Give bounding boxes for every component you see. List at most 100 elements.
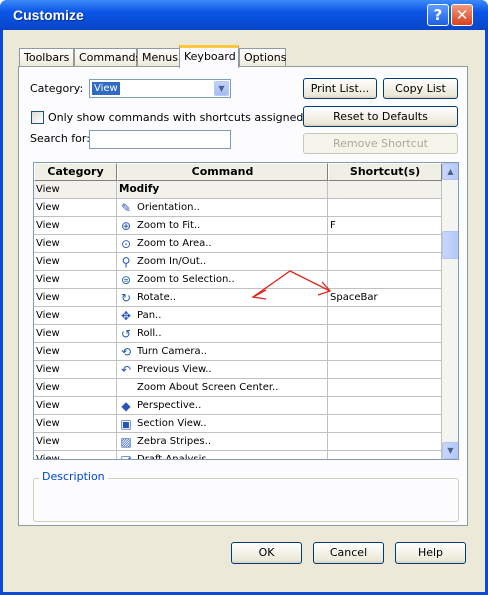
cell-category: View bbox=[34, 199, 117, 217]
zebra-stripes-icon: ▨ bbox=[120, 435, 132, 449]
column-header-shortcuts[interactable]: Shortcut(s) bbox=[328, 163, 442, 181]
draft-analysis-icon: ◪ bbox=[120, 453, 132, 460]
description-label: Description bbox=[39, 470, 108, 483]
remove-shortcut-button: Remove Shortcut bbox=[303, 133, 458, 154]
cell-shortcut[interactable] bbox=[328, 451, 442, 459]
cell-shortcut[interactable] bbox=[328, 235, 442, 253]
cell-category: View bbox=[34, 253, 117, 271]
tab-toolbars[interactable]: Toolbars bbox=[19, 48, 74, 67]
chevron-down-icon[interactable]: ▼ bbox=[214, 81, 229, 96]
zoom-in-out-icon: ⚲ bbox=[121, 255, 131, 269]
cell-shortcut[interactable] bbox=[328, 397, 442, 415]
cell-category: View bbox=[34, 397, 117, 415]
cell-shortcut[interactable] bbox=[328, 181, 442, 199]
close-icon: ✕ bbox=[455, 6, 469, 24]
vertical-scrollbar[interactable]: ▲ ▼ bbox=[442, 163, 458, 459]
cell-category: View bbox=[34, 361, 117, 379]
table-row[interactable]: View ▣ Section View.. bbox=[34, 415, 442, 433]
table-row[interactable]: View Zoom About Screen Center.. bbox=[34, 379, 442, 397]
scroll-down-icon[interactable]: ▼ bbox=[442, 442, 458, 459]
cell-shortcut[interactable]: SpaceBar bbox=[328, 289, 442, 307]
cell-shortcut[interactable] bbox=[328, 379, 442, 397]
command-label: Orientation.. bbox=[137, 202, 200, 213]
cell-shortcut[interactable] bbox=[328, 271, 442, 289]
pan-icon: ✥ bbox=[120, 309, 132, 323]
cell-command: ↻ Rotate.. bbox=[117, 289, 328, 307]
print-list-button[interactable]: Print List... bbox=[303, 78, 377, 99]
cell-command: Modify bbox=[117, 181, 328, 199]
search-input[interactable] bbox=[89, 130, 231, 149]
cell-category: View bbox=[34, 289, 117, 307]
question-mark-icon: ? bbox=[433, 6, 443, 24]
table-row[interactable]: View ✎ Orientation.. bbox=[34, 199, 442, 217]
cell-shortcut[interactable] bbox=[328, 415, 442, 433]
cell-category: View bbox=[34, 307, 117, 325]
column-header-category[interactable]: Category bbox=[34, 163, 117, 181]
ok-button[interactable]: OK bbox=[231, 542, 302, 564]
cell-shortcut[interactable] bbox=[328, 199, 442, 217]
cell-shortcut[interactable]: F bbox=[328, 217, 442, 235]
cell-command: ⊕ Zoom to Fit.. bbox=[117, 217, 328, 235]
cell-command: ⚲ Zoom In/Out.. bbox=[117, 253, 328, 271]
table-row[interactable]: View ✥ Pan.. bbox=[34, 307, 442, 325]
only-shortcuts-label[interactable]: Only show commands with shortcuts assign… bbox=[48, 111, 303, 124]
command-label: Zoom In/Out.. bbox=[137, 256, 207, 267]
command-label: Section View.. bbox=[137, 418, 207, 429]
cancel-button[interactable]: Cancel bbox=[313, 542, 384, 564]
table-row[interactable]: View ⚲ Zoom In/Out.. bbox=[34, 253, 442, 271]
cell-shortcut[interactable] bbox=[328, 361, 442, 379]
tab-commands[interactable]: Commands bbox=[74, 48, 141, 67]
table-row[interactable]: View ↶ Previous View.. bbox=[34, 361, 442, 379]
cell-category: View bbox=[34, 235, 117, 253]
command-label: Zebra Stripes.. bbox=[137, 436, 211, 447]
category-selected-value: View bbox=[92, 82, 120, 95]
scroll-up-icon[interactable]: ▲ bbox=[442, 163, 458, 180]
section-view-icon: ▣ bbox=[120, 417, 132, 431]
table-row[interactable]: View ⊕ Zoom to Fit.. F bbox=[34, 217, 442, 235]
tab-keyboard[interactable]: Keyboard bbox=[179, 45, 239, 68]
command-label: Previous View.. bbox=[137, 364, 212, 375]
cell-shortcut[interactable] bbox=[328, 343, 442, 361]
cell-shortcut[interactable] bbox=[328, 325, 442, 343]
cell-shortcut[interactable] bbox=[328, 433, 442, 451]
table-header: Category Command Shortcut(s) bbox=[34, 163, 442, 181]
column-header-command[interactable]: Command bbox=[117, 163, 328, 181]
cell-category: View bbox=[34, 325, 117, 343]
scroll-thumb[interactable] bbox=[442, 231, 458, 259]
only-shortcuts-checkbox[interactable] bbox=[31, 111, 44, 124]
table-row[interactable]: View ◆ Perspective.. bbox=[34, 397, 442, 415]
cell-command: ↺ Roll.. bbox=[117, 325, 328, 343]
table-row[interactable]: View ▨ Zebra Stripes.. bbox=[34, 433, 442, 451]
table-row[interactable]: View ⊜ Zoom to Selection.. bbox=[34, 271, 442, 289]
cell-command: ◆ Perspective.. bbox=[117, 397, 328, 415]
table-row[interactable]: View ◪ Draft Analysis.. bbox=[34, 451, 442, 460]
reset-to-defaults-button[interactable]: Reset to Defaults bbox=[303, 106, 458, 127]
help-button[interactable]: Help bbox=[395, 542, 466, 564]
cell-shortcut[interactable] bbox=[328, 307, 442, 325]
cell-command: ✎ Orientation.. bbox=[117, 199, 328, 217]
cell-category: View bbox=[34, 217, 117, 235]
command-label: Roll.. bbox=[137, 328, 162, 339]
close-title-button[interactable]: ✕ bbox=[451, 4, 473, 26]
zoom-to-selection-icon: ⊜ bbox=[120, 273, 132, 287]
cell-command: ⟲ Turn Camera.. bbox=[117, 343, 328, 361]
table-row[interactable]: View ↻ Rotate.. SpaceBar bbox=[34, 289, 442, 307]
category-label: Category: bbox=[30, 82, 84, 95]
table-row[interactable]: View Modify bbox=[34, 181, 442, 199]
dialog-title: Customize bbox=[13, 7, 84, 23]
table-row[interactable]: View ↺ Roll.. bbox=[34, 325, 442, 343]
title-bar[interactable]: Customize ? ✕ bbox=[0, 0, 488, 30]
cell-shortcut[interactable] bbox=[328, 253, 442, 271]
category-select[interactable]: View ▼ bbox=[89, 79, 231, 98]
copy-list-button[interactable]: Copy List bbox=[383, 78, 458, 99]
search-label: Search for: bbox=[30, 132, 90, 145]
cell-category: View bbox=[34, 271, 117, 289]
table-row[interactable]: View ⊙ Zoom to Area.. bbox=[34, 235, 442, 253]
cell-category: View bbox=[34, 379, 117, 397]
tab-menus[interactable]: Menus bbox=[137, 48, 181, 67]
zoom-to-fit-icon: ⊕ bbox=[120, 219, 132, 233]
command-label: Zoom to Fit.. bbox=[137, 220, 201, 231]
tab-options[interactable]: Options bbox=[239, 48, 286, 67]
table-row[interactable]: View ⟲ Turn Camera.. bbox=[34, 343, 442, 361]
help-title-button[interactable]: ? bbox=[427, 4, 449, 26]
